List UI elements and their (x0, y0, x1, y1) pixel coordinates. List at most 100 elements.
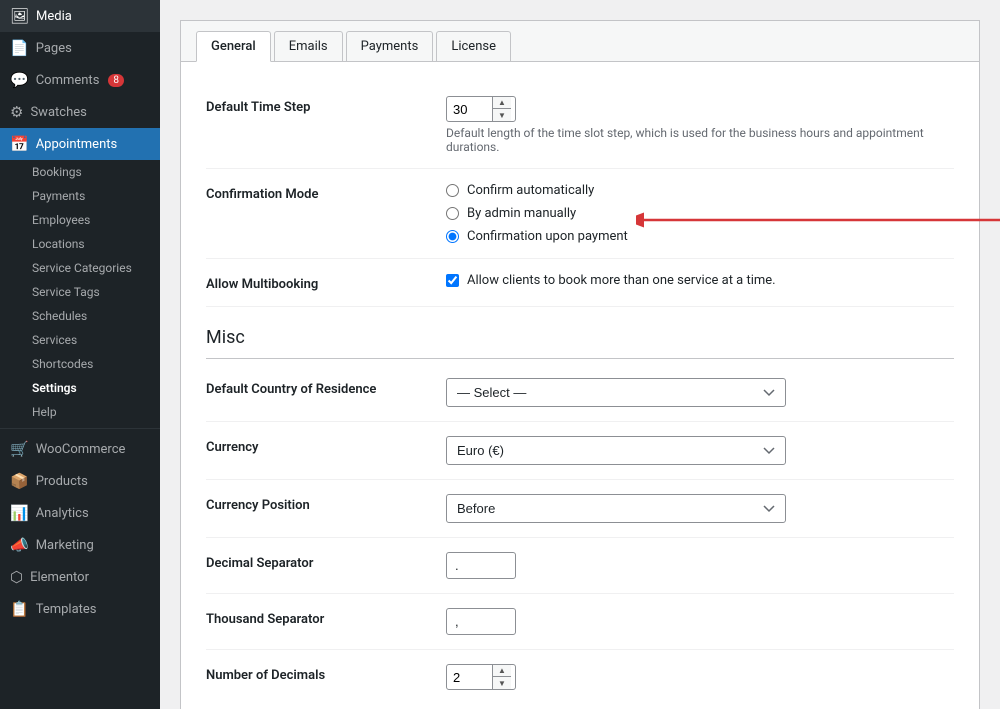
media-icon: 🖼 (10, 7, 29, 25)
sidebar-item-appointments[interactable]: 📅 Appointments (0, 128, 160, 160)
elementor-icon: ⬡ (10, 568, 23, 586)
number-of-decimals-control: ▲ ▼ (446, 664, 954, 690)
sidebar-sub-shortcodes[interactable]: Shortcodes (0, 352, 160, 376)
decimals-up[interactable]: ▲ (493, 665, 511, 677)
appointments-icon: 📅 (10, 135, 29, 153)
sidebar-item-analytics[interactable]: 📊 Analytics (0, 497, 160, 529)
sidebar-sub-schedules[interactable]: Schedules (0, 304, 160, 328)
number-of-decimals-row: Number of Decimals ▲ ▼ (206, 650, 954, 704)
radio-option-payment[interactable]: Confirmation upon payment (446, 229, 954, 244)
comments-badge: 8 (108, 74, 124, 87)
sidebar-sub-services[interactable]: Services (0, 328, 160, 352)
tab-emails[interactable]: Emails (274, 31, 343, 61)
currency-position-select[interactable]: Before After (446, 494, 786, 523)
analytics-icon: 📊 (10, 504, 29, 522)
sidebar-item-media[interactable]: 🖼 Media (0, 0, 160, 32)
currency-row: Currency Euro (€) US Dollar ($) British … (206, 422, 954, 480)
content-area: General Emails Payments License Default … (180, 20, 980, 709)
thousand-separator-input[interactable] (446, 608, 516, 635)
allow-multibooking-control: Allow clients to book more than one serv… (446, 273, 954, 288)
default-time-step-row: Default Time Step ▲ ▼ Default length of … (206, 82, 954, 169)
sidebar-sub-service-tags[interactable]: Service Tags (0, 280, 160, 304)
multibooking-checkbox-label[interactable]: Allow clients to book more than one serv… (446, 273, 954, 288)
radio-option-manual[interactable]: By admin manually (446, 206, 954, 221)
confirmation-mode-label: Confirmation Mode (206, 183, 446, 202)
sidebar-sub-bookings[interactable]: Bookings (0, 160, 160, 184)
time-step-spinners: ▲ ▼ (492, 97, 511, 121)
sidebar-item-label: Analytics (36, 506, 89, 521)
sidebar-sub-service-categories[interactable]: Service Categories (0, 256, 160, 280)
main-content: General Emails Payments License Default … (160, 0, 1000, 709)
sidebar-item-marketing[interactable]: 📣 Marketing (0, 529, 160, 561)
radio-option-auto[interactable]: Confirm automatically (446, 183, 954, 198)
sidebar-item-label: Products (36, 474, 88, 489)
marketing-icon: 📣 (10, 536, 29, 554)
sidebar: 🖼 Media 📄 Pages 💬 Comments 8 ⚙ Swatches … (0, 0, 160, 709)
time-step-description: Default length of the time slot step, wh… (446, 126, 954, 154)
multibooking-checkbox[interactable] (446, 274, 459, 287)
products-icon: 📦 (10, 472, 29, 490)
time-step-up[interactable]: ▲ (493, 97, 511, 109)
sidebar-item-label: Swatches (30, 105, 86, 120)
default-country-label: Default Country of Residence (206, 378, 446, 397)
woocommerce-icon: 🛒 (10, 440, 29, 458)
swatches-icon: ⚙ (10, 103, 23, 121)
confirmation-radio-group: Confirm automatically By admin manually (446, 183, 954, 244)
sidebar-sub-settings[interactable]: Settings (0, 376, 160, 400)
time-step-input[interactable] (447, 98, 492, 121)
time-step-input-wrap: ▲ ▼ (446, 96, 516, 122)
sidebar-sub-payments[interactable]: Payments (0, 184, 160, 208)
thousand-separator-label: Thousand Separator (206, 608, 446, 627)
default-time-step-label: Default Time Step (206, 96, 446, 115)
sidebar-item-comments[interactable]: 💬 Comments 8 (0, 64, 160, 96)
decimals-input[interactable] (447, 666, 492, 689)
thousand-separator-row: Thousand Separator (206, 594, 954, 650)
sidebar-sub-help[interactable]: Help (0, 400, 160, 424)
sidebar-item-label: Pages (36, 41, 72, 56)
sidebar-item-label: Media (36, 9, 72, 24)
radio-auto[interactable] (446, 184, 459, 197)
default-country-control: — Select — (446, 378, 954, 407)
sidebar-item-label: Elementor (30, 570, 89, 585)
sidebar-item-pages[interactable]: 📄 Pages (0, 32, 160, 64)
decimal-separator-input[interactable] (446, 552, 516, 579)
sidebar-sub-locations[interactable]: Locations (0, 232, 160, 256)
currency-select[interactable]: Euro (€) US Dollar ($) British Pound (£) (446, 436, 786, 465)
radio-payment[interactable] (446, 230, 459, 243)
sidebar-item-woocommerce[interactable]: 🛒 WooCommerce (0, 433, 160, 465)
tab-bar: General Emails Payments License (181, 21, 979, 62)
decimal-separator-label: Decimal Separator (206, 552, 446, 571)
currency-control: Euro (€) US Dollar ($) British Pound (£) (446, 436, 954, 465)
sidebar-item-label: Marketing (36, 538, 94, 553)
decimal-separator-control (446, 552, 954, 579)
confirmation-mode-row: Confirmation Mode Confirm automatically … (206, 169, 954, 259)
misc-heading: Misc (206, 307, 954, 359)
default-time-step-control: ▲ ▼ Default length of the time slot step… (446, 96, 954, 154)
decimals-spinners: ▲ ▼ (492, 665, 511, 689)
tab-payments[interactable]: Payments (346, 31, 434, 61)
decimal-separator-row: Decimal Separator (206, 538, 954, 594)
currency-position-label: Currency Position (206, 494, 446, 513)
sidebar-item-products[interactable]: 📦 Products (0, 465, 160, 497)
number-of-decimals-label: Number of Decimals (206, 664, 446, 683)
decimals-input-wrap: ▲ ▼ (446, 664, 516, 690)
currency-position-control: Before After (446, 494, 954, 523)
currency-label: Currency (206, 436, 446, 455)
tab-license[interactable]: License (436, 31, 511, 61)
sidebar-sub-employees[interactable]: Employees (0, 208, 160, 232)
sidebar-item-swatches[interactable]: ⚙ Swatches (0, 96, 160, 128)
settings-panel: Default Time Step ▲ ▼ Default length of … (181, 62, 979, 709)
decimals-down[interactable]: ▼ (493, 677, 511, 689)
time-step-down[interactable]: ▼ (493, 109, 511, 121)
radio-manual[interactable] (446, 207, 459, 220)
allow-multibooking-label: Allow Multibooking (206, 273, 446, 292)
sidebar-item-elementor[interactable]: ⬡ Elementor (0, 561, 160, 593)
templates-icon: 📋 (10, 600, 29, 618)
allow-multibooking-row: Allow Multibooking Allow clients to book… (206, 259, 954, 307)
tab-general[interactable]: General (196, 31, 271, 62)
sidebar-item-templates[interactable]: 📋 Templates (0, 593, 160, 625)
default-country-select[interactable]: — Select — (446, 378, 786, 407)
sidebar-item-label: WooCommerce (36, 442, 126, 457)
pages-icon: 📄 (10, 39, 29, 57)
default-country-row: Default Country of Residence — Select — (206, 364, 954, 422)
